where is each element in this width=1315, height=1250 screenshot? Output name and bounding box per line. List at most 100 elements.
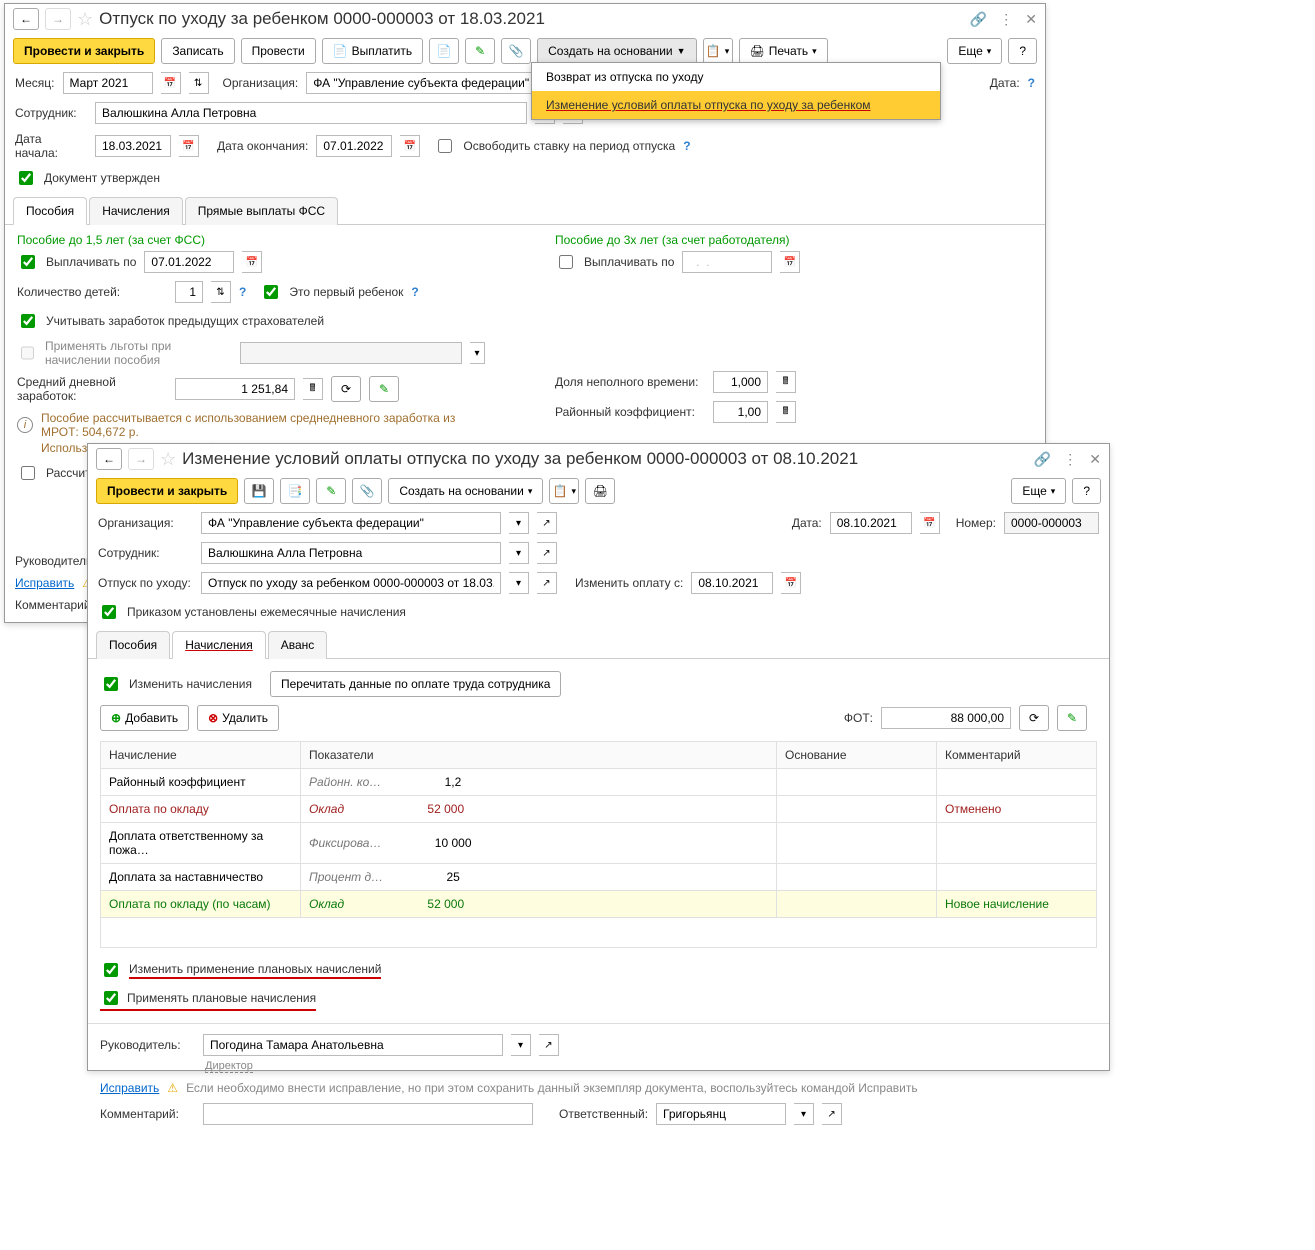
kebab-icon[interactable]: ⋮ bbox=[999, 11, 1013, 28]
create-based-button[interactable]: Создать на основании ▾ bbox=[388, 478, 543, 504]
change-from-input[interactable] bbox=[691, 572, 773, 594]
leave-input[interactable] bbox=[201, 572, 501, 594]
first-child-checkbox[interactable] bbox=[264, 285, 278, 299]
table-row[interactable]: Оплата по окладу Оклад 52 000 Отменено bbox=[101, 796, 1097, 823]
open-icon[interactable]: ↗ bbox=[537, 542, 557, 564]
attach-icon-button[interactable]: 📎 bbox=[352, 478, 382, 504]
fot-input[interactable] bbox=[881, 707, 1011, 729]
edit-button[interactable]: ✎ bbox=[1057, 705, 1087, 731]
dropdown-icon[interactable]: ▾ bbox=[509, 542, 529, 564]
apply-planned-checkbox[interactable] bbox=[104, 991, 118, 1005]
release-checkbox[interactable] bbox=[438, 139, 452, 153]
tab-fss[interactable]: Прямые выплаты ФСС bbox=[185, 197, 338, 225]
help-icon[interactable]: ? bbox=[683, 139, 690, 153]
more-button[interactable]: Еще ▾ bbox=[1011, 478, 1066, 504]
spinner-icon[interactable]: ⇅ bbox=[189, 72, 209, 94]
delete-button[interactable]: ⊗ Удалить bbox=[197, 705, 279, 731]
attach-icon-button[interactable]: 📎 bbox=[501, 38, 531, 64]
director-link[interactable]: Директор bbox=[205, 1060, 253, 1073]
help-icon[interactable]: ? bbox=[1028, 76, 1035, 90]
open-icon[interactable]: ↗ bbox=[822, 1103, 842, 1125]
doc-icon-button[interactable]: 📄 bbox=[429, 38, 459, 64]
tab-benefits[interactable]: Пособия bbox=[96, 631, 170, 659]
link-icon[interactable]: 🔗 bbox=[970, 11, 987, 28]
post-button[interactable]: Провести bbox=[241, 38, 316, 64]
approved-checkbox[interactable] bbox=[19, 171, 33, 185]
calc-icon[interactable]: 🖩 bbox=[776, 371, 796, 393]
calendar-icon[interactable]: 📅 bbox=[179, 135, 199, 157]
head-input[interactable] bbox=[203, 1034, 503, 1056]
region-input[interactable] bbox=[713, 401, 768, 423]
post-icon-button[interactable]: 📑 bbox=[280, 478, 310, 504]
avg-input[interactable] bbox=[175, 378, 295, 400]
write-button[interactable]: Записать bbox=[161, 38, 234, 64]
dropdown-icon[interactable]: ▾ bbox=[511, 1034, 531, 1056]
back-button[interactable]: ← bbox=[96, 448, 122, 470]
date-input[interactable] bbox=[830, 512, 912, 534]
forward-button[interactable]: → bbox=[128, 448, 154, 470]
table-row[interactable]: Районный коэффициент Районн. ко… 1,2 bbox=[101, 769, 1097, 796]
link-icon[interactable]: 🔗 bbox=[1034, 451, 1051, 468]
spinner-icon[interactable]: ⇅ bbox=[211, 281, 231, 303]
employee-input[interactable] bbox=[95, 102, 527, 124]
calendar-icon[interactable]: 📅 bbox=[781, 572, 801, 594]
calc-icon[interactable]: 🖩 bbox=[303, 378, 323, 400]
close-icon[interactable]: ✕ bbox=[1089, 451, 1101, 468]
copy-icon-button[interactable]: 📋▾ bbox=[703, 38, 733, 64]
org-input[interactable] bbox=[201, 512, 501, 534]
open-icon[interactable]: ↗ bbox=[537, 572, 557, 594]
calendar-icon[interactable]: 📅 bbox=[400, 135, 420, 157]
pay-until-15-input[interactable] bbox=[144, 251, 234, 273]
kebab-icon[interactable]: ⋮ bbox=[1063, 451, 1077, 468]
employee-input[interactable] bbox=[201, 542, 501, 564]
create-based-button[interactable]: Создать на основании ▼ bbox=[537, 38, 696, 64]
edit-button[interactable]: ✎ bbox=[369, 376, 399, 402]
end-input[interactable] bbox=[316, 135, 392, 157]
dropdown-change-payment-terms[interactable]: Изменение условий оплаты отпуска по уход… bbox=[532, 91, 940, 119]
table-row[interactable]: Доплата ответственному за пожа… Фиксиров… bbox=[101, 823, 1097, 864]
pay-until-15-checkbox[interactable] bbox=[21, 255, 35, 269]
recalc-button[interactable]: Перечитать данные по оплате труда сотруд… bbox=[270, 671, 561, 697]
help-icon[interactable]: ? bbox=[239, 285, 246, 299]
comment-input[interactable] bbox=[203, 1103, 533, 1125]
print-button[interactable]: 🖨 Печать ▾ bbox=[739, 38, 828, 64]
org-input[interactable] bbox=[306, 72, 546, 94]
post-close-button[interactable]: Провести и закрыть bbox=[96, 478, 238, 504]
dropdown-icon[interactable]: ▾ bbox=[509, 512, 529, 534]
children-input[interactable] bbox=[175, 281, 203, 303]
recalc-checkbox[interactable] bbox=[21, 466, 35, 480]
open-icon[interactable]: ↗ bbox=[539, 1034, 559, 1056]
copy-icon-button[interactable]: 📋▾ bbox=[549, 478, 579, 504]
favorite-icon[interactable]: ☆ bbox=[77, 9, 93, 30]
resp-input[interactable] bbox=[656, 1103, 786, 1125]
edit-icon-button[interactable]: ✎ bbox=[316, 478, 346, 504]
more-button[interactable]: Еще ▾ bbox=[947, 38, 1002, 64]
dropdown-icon[interactable]: ▾ bbox=[509, 572, 529, 594]
fix-link[interactable]: Исправить bbox=[100, 1081, 159, 1095]
save-icon-button[interactable]: 💾 bbox=[244, 478, 274, 504]
fix-link[interactable]: Исправить bbox=[15, 576, 74, 590]
back-button[interactable]: ← bbox=[13, 8, 39, 30]
table-row[interactable]: Оплата по окладу (по часам) Оклад 52 000… bbox=[101, 891, 1097, 918]
month-input[interactable] bbox=[63, 72, 153, 94]
tab-advance[interactable]: Аванс bbox=[268, 631, 328, 659]
table-row[interactable]: Доплата за наставничество Процент д… 25 bbox=[101, 864, 1097, 891]
favorite-icon[interactable]: ☆ bbox=[160, 449, 176, 470]
start-input[interactable] bbox=[95, 135, 171, 157]
change-planned-checkbox[interactable] bbox=[104, 963, 118, 977]
dropdown-icon[interactable]: ▾ bbox=[794, 1103, 814, 1125]
calc-icon[interactable]: 🖩 bbox=[776, 401, 796, 423]
calendar-icon[interactable]: 📅 bbox=[161, 72, 181, 94]
dropdown-return-from-leave[interactable]: Возврат из отпуска по уходу bbox=[532, 63, 940, 91]
calendar-icon[interactable]: 📅 bbox=[920, 512, 940, 534]
open-icon[interactable]: ↗ bbox=[537, 512, 557, 534]
close-icon[interactable]: ✕ bbox=[1025, 11, 1037, 28]
part-input[interactable] bbox=[713, 371, 768, 393]
change-accruals-checkbox[interactable] bbox=[104, 677, 118, 691]
calendar-icon[interactable]: 📅 bbox=[780, 251, 800, 273]
order-set-checkbox[interactable] bbox=[102, 605, 116, 619]
tab-benefits[interactable]: Пособия bbox=[13, 197, 87, 225]
prev-emp-checkbox[interactable] bbox=[21, 314, 35, 328]
pay-until-3-checkbox[interactable] bbox=[559, 255, 573, 269]
post-close-button[interactable]: Провести и закрыть bbox=[13, 38, 155, 64]
